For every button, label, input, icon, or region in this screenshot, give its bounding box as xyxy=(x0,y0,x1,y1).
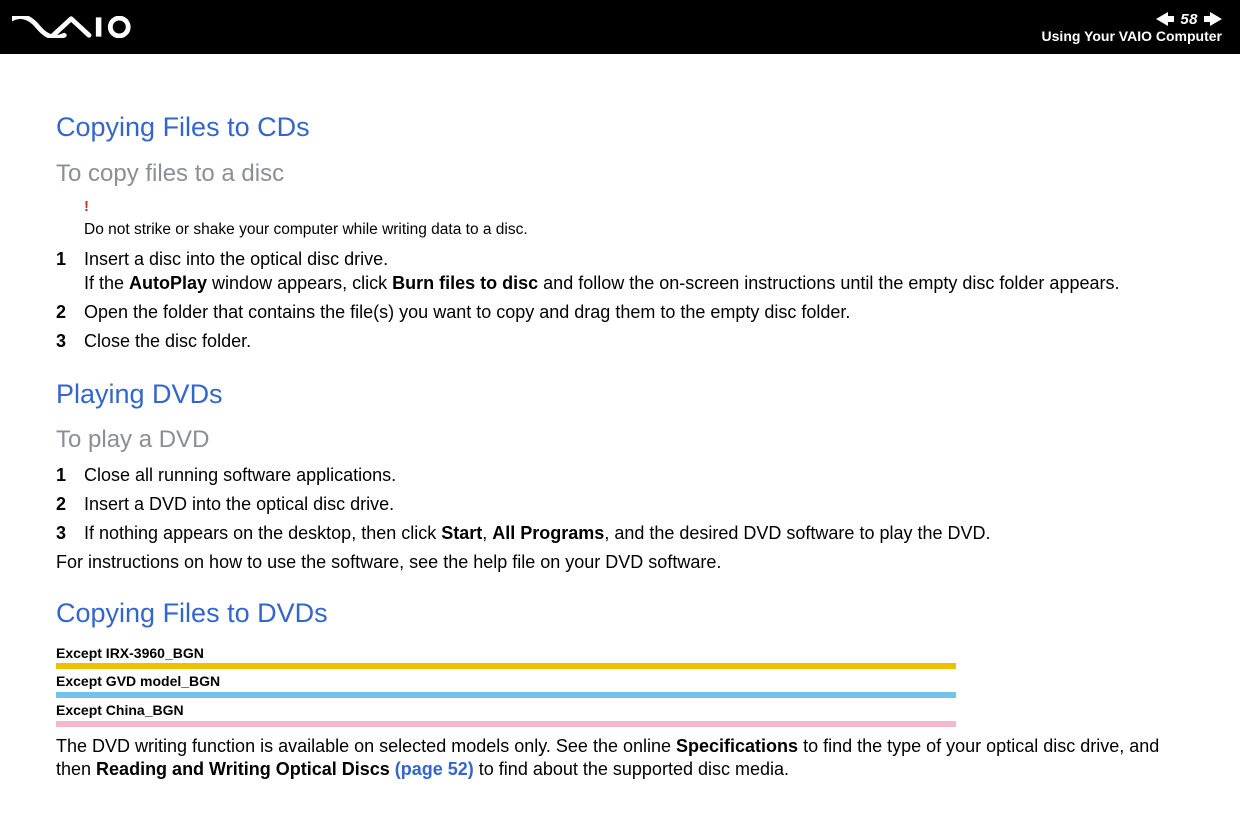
step-number: 1 xyxy=(56,464,84,487)
step-body: Open the folder that contains the file(s… xyxy=(84,301,1184,324)
step-1: 1 Close all running software application… xyxy=(56,464,1184,487)
step-3: 3 Close the disc folder. xyxy=(56,330,1184,353)
text: window appears, click xyxy=(207,273,392,293)
except-label: Except IRX-3960_BGN xyxy=(56,645,956,664)
page-number: 58 xyxy=(1180,11,1198,28)
page-nav: 58 xyxy=(1156,11,1222,28)
bold-all-programs: All Programs xyxy=(492,523,604,543)
except-bar-blue xyxy=(56,692,956,698)
step-body: Insert a disc into the optical disc driv… xyxy=(84,248,1184,294)
note-text: Do not strike or shake your computer whi… xyxy=(84,221,528,238)
step-3: 3 If nothing appears on the desktop, the… xyxy=(56,522,1184,545)
text: Insert a disc into the optical disc driv… xyxy=(84,249,388,269)
page-content: Copying Files to CDs To copy files to a … xyxy=(0,54,1240,781)
text: and follow the on-screen instructions un… xyxy=(538,273,1119,293)
step-body: If nothing appears on the desktop, then … xyxy=(84,522,1184,545)
step-number: 1 xyxy=(56,248,84,294)
bang-icon: ! xyxy=(84,197,1184,216)
page-link[interactable]: (page 52) xyxy=(395,759,474,779)
nav-next-icon[interactable] xyxy=(1204,12,1222,26)
heading-playing-dvds: Playing DVDs xyxy=(56,377,1184,412)
bold-burn: Burn files to disc xyxy=(392,273,538,293)
text: If nothing appears on the desktop, then … xyxy=(84,523,441,543)
step-body: Close all running software applications. xyxy=(84,464,1184,487)
text: , xyxy=(482,523,492,543)
step-number: 3 xyxy=(56,522,84,545)
vaio-logo xyxy=(12,0,136,54)
paragraph: For instructions on how to use the softw… xyxy=(56,551,1184,574)
step-body: Insert a DVD into the optical disc drive… xyxy=(84,493,1184,516)
page-header: 58 Using Your VAIO Computer xyxy=(0,0,1240,54)
caution-note: ! Do not strike or shake your computer w… xyxy=(84,197,1184,240)
nav-prev-icon[interactable] xyxy=(1156,12,1174,26)
except-label: Except China_BGN xyxy=(56,702,956,721)
text: The DVD writing function is available on… xyxy=(56,736,676,756)
heading-copy-dvds: Copying Files to DVDs xyxy=(56,596,1184,631)
subheading-copy-disc: To copy files to a disc xyxy=(56,159,1184,190)
step-body: Close the disc folder. xyxy=(84,330,1184,353)
text: If the xyxy=(84,273,129,293)
text: , and the desired DVD software to play t… xyxy=(604,523,990,543)
step-2: 2 Insert a DVD into the optical disc dri… xyxy=(56,493,1184,516)
step-1: 1 Insert a disc into the optical disc dr… xyxy=(56,248,1184,294)
step-2: 2 Open the folder that contains the file… xyxy=(56,301,1184,324)
vaio-logo-svg xyxy=(12,16,136,38)
header-right: 58 Using Your VAIO Computer xyxy=(1042,11,1222,44)
heading-copy-cds: Copying Files to CDs xyxy=(56,110,1184,145)
bold-start: Start xyxy=(441,523,482,543)
header-title: Using Your VAIO Computer xyxy=(1042,28,1222,44)
except-list: Except IRX-3960_BGN Except GVD model_BGN… xyxy=(56,645,956,728)
bold-autoplay: AutoPlay xyxy=(129,273,207,293)
except-label: Except GVD model_BGN xyxy=(56,673,956,692)
step-number: 3 xyxy=(56,330,84,353)
bold-specifications: Specifications xyxy=(676,736,798,756)
bold-reading-writing: Reading and Writing Optical Discs xyxy=(96,759,395,779)
text: to find about the supported disc media. xyxy=(474,759,789,779)
paragraph: The DVD writing function is available on… xyxy=(56,735,1184,781)
step-number: 2 xyxy=(56,493,84,516)
except-bar-pink xyxy=(56,721,956,727)
step-number: 2 xyxy=(56,301,84,324)
except-bar-yellow xyxy=(56,663,956,669)
subheading-play-dvd: To play a DVD xyxy=(56,425,1184,456)
